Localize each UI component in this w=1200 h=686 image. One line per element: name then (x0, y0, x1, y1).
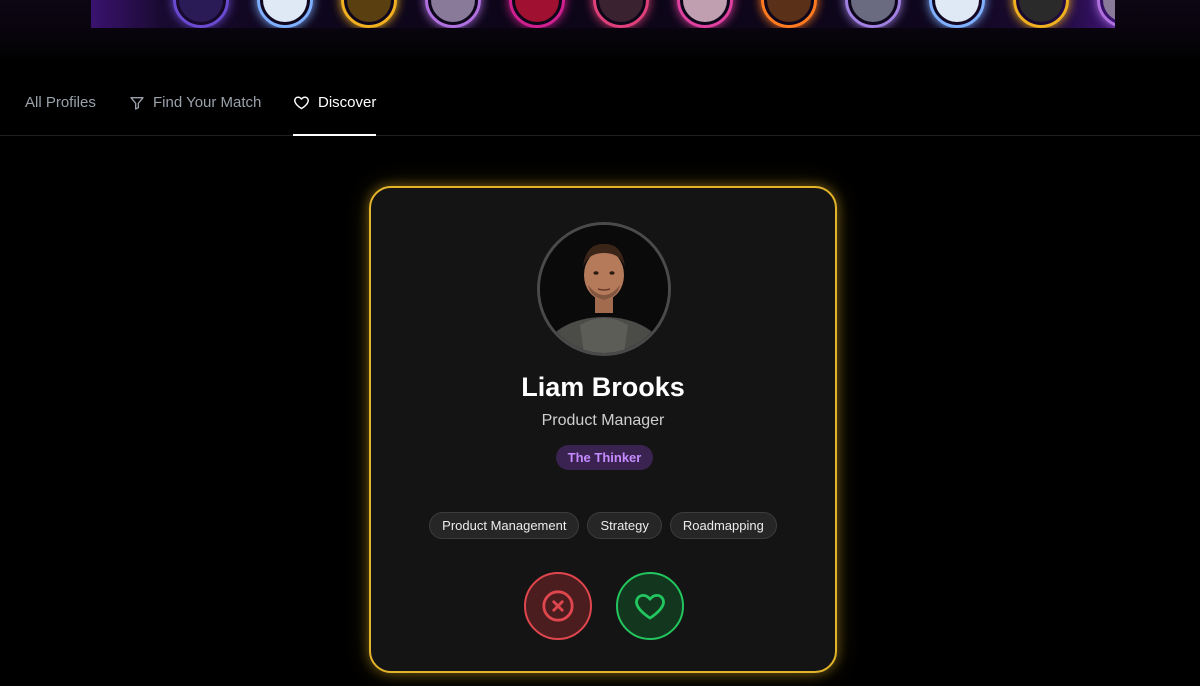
banner-avatar-photo (1103, 0, 1115, 22)
banner-avatar[interactable] (425, 0, 481, 28)
heart-icon (294, 96, 309, 110)
profile-card: Liam Brooks Product Manager The Thinker … (369, 186, 837, 673)
banner-avatar[interactable] (1097, 0, 1115, 28)
banner-avatar[interactable] (929, 0, 985, 28)
heart-icon (635, 593, 665, 620)
banner-avatar-photo (767, 0, 811, 22)
banner-avatar[interactable] (1013, 0, 1069, 28)
pass-button[interactable] (524, 572, 592, 640)
tab-find-your-match[interactable]: Find Your Match (129, 70, 261, 135)
skill-tag: Roadmapping (669, 512, 777, 539)
banner-avatar[interactable] (761, 0, 817, 28)
skill-tag: Strategy (587, 512, 662, 539)
banner-avatar-photo (1019, 0, 1063, 22)
profile-name: Liam Brooks (521, 372, 685, 402)
profile-banner (0, 0, 1200, 62)
banner-avatar-photo (851, 0, 895, 22)
banner-avatar[interactable] (173, 0, 229, 28)
tab-bar: All Profiles Find Your Match Discover (0, 70, 1200, 136)
tab-label: Discover (318, 94, 377, 111)
tab-label: Find Your Match (153, 94, 262, 111)
filter-icon (130, 96, 144, 110)
tab-all-profiles[interactable]: All Profiles (25, 70, 96, 135)
skill-tags: Product Management Strategy Roadmapping (371, 512, 835, 539)
banner-avatar-photo (347, 0, 391, 22)
banner-avatar[interactable] (845, 0, 901, 28)
banner-avatar-photo (263, 0, 307, 22)
banner-avatar[interactable] (341, 0, 397, 28)
x-circle-icon (542, 590, 574, 622)
banner-avatar[interactable] (593, 0, 649, 28)
avatar-photo (540, 225, 668, 353)
like-button[interactable] (616, 572, 684, 640)
tab-discover[interactable]: Discover (293, 70, 377, 136)
banner-avatar[interactable] (509, 0, 565, 28)
banner-avatar-photo (515, 0, 559, 22)
banner-avatar-photo (599, 0, 643, 22)
personality-badge: The Thinker (556, 445, 653, 470)
tab-label: All Profiles (25, 94, 96, 111)
banner-avatar-photo (683, 0, 727, 22)
avatar (537, 222, 671, 356)
profile-role: Product Manager (541, 412, 665, 429)
banner-strip (91, 0, 1115, 28)
banner-avatar-photo (431, 0, 475, 22)
banner-avatar[interactable] (257, 0, 313, 28)
skill-tag: Product Management (429, 512, 580, 539)
banner-avatar[interactable] (677, 0, 733, 28)
banner-avatar-photo (935, 0, 979, 22)
banner-avatar-photo (179, 0, 223, 22)
